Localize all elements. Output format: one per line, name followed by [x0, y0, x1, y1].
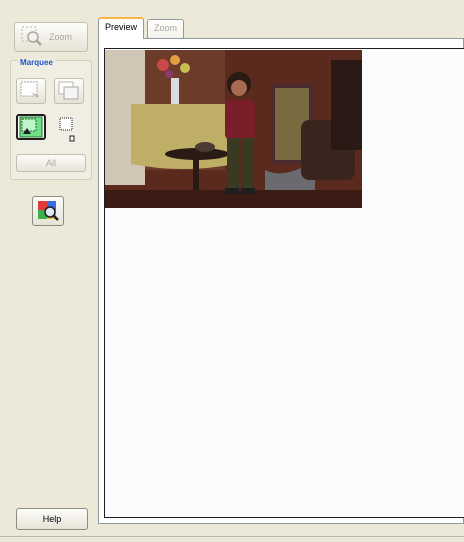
- tab-preview-label: Preview: [105, 22, 138, 32]
- zoom-button-label: Zoom: [49, 32, 73, 42]
- status-bar: [0, 536, 464, 542]
- delete-marquee-button[interactable]: [54, 78, 84, 104]
- create-marquee-icon: [20, 81, 39, 98]
- select-all-button[interactable]: All: [16, 154, 86, 172]
- tab-preview[interactable]: Preview: [98, 17, 145, 39]
- zoom-button[interactable]: Zoom: [14, 22, 88, 52]
- preview-photo[interactable]: [105, 50, 362, 208]
- tab-zoom-label: Zoom: [154, 23, 178, 33]
- create-marquee-button[interactable]: [16, 78, 46, 104]
- tab-zoom[interactable]: Zoom: [147, 19, 185, 39]
- selected-marquee-button[interactable]: [16, 114, 46, 140]
- auto-locate-button[interactable]: [32, 196, 64, 226]
- marquee-selected-icon: [19, 116, 43, 138]
- magnifier-icon: [21, 26, 42, 46]
- help-button[interactable]: Help: [16, 508, 88, 530]
- delete-marquee-icon: [58, 81, 79, 100]
- marquee-group-label: Marquee: [18, 58, 55, 67]
- auto-locate-icon: [38, 201, 59, 221]
- marquee-frame-icon[interactable]: [58, 116, 80, 144]
- select-all-label: All: [45, 158, 56, 168]
- help-button-label: Help: [42, 514, 62, 524]
